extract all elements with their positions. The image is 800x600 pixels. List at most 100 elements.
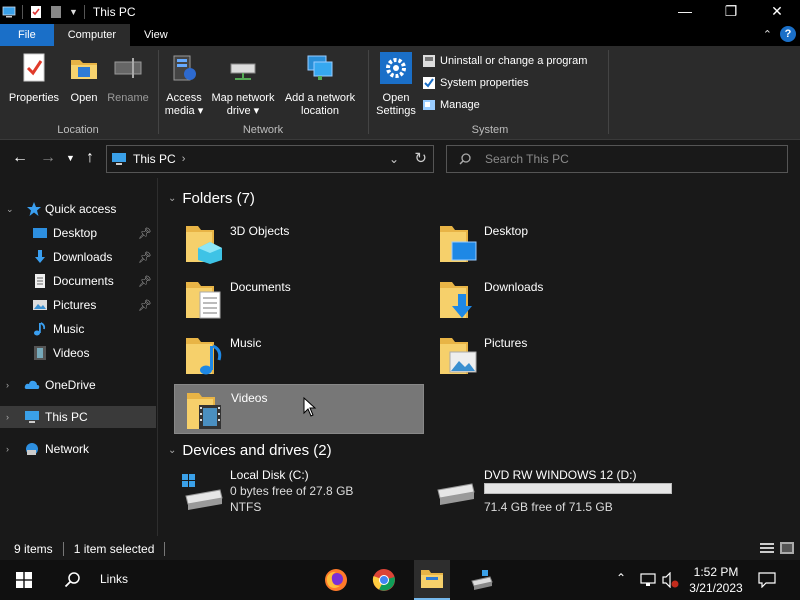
- access-media-button[interactable]: Access media ▾: [162, 52, 206, 118]
- pin-icon[interactable]: 📌︎: [138, 299, 152, 312]
- this-pc-icon[interactable]: [2, 5, 16, 19]
- back-button[interactable]: ←: [12, 149, 28, 167]
- nav-item-pictures[interactable]: Pictures 📌︎: [0, 294, 156, 316]
- nav-item-videos[interactable]: Videos: [0, 342, 156, 364]
- rename-button[interactable]: Rename: [104, 52, 152, 105]
- system-clock[interactable]: 1:52 PM 3/21/2023: [680, 564, 752, 596]
- nav-item-desktop[interactable]: Desktop 📌︎: [0, 222, 156, 244]
- file-explorer-taskbar-button[interactable]: [414, 560, 450, 600]
- open-settings-button[interactable]: Open Settings: [372, 52, 420, 118]
- folder-downloads-icon: [440, 282, 472, 318]
- chrome-taskbar-button[interactable]: [366, 560, 402, 600]
- refresh-icon[interactable]: ↻: [414, 149, 427, 167]
- collapse-chevron-icon[interactable]: ⌄: [6, 204, 14, 215]
- expand-ribbon-icon[interactable]: ⌃: [763, 28, 772, 41]
- forward-button[interactable]: →: [40, 149, 56, 167]
- nav-label: Music: [53, 322, 85, 336]
- pin-icon[interactable]: 📌︎: [138, 251, 152, 264]
- nav-item-quick-access[interactable]: ⌄ Quick access: [0, 198, 156, 220]
- expand-chevron-icon[interactable]: ›: [6, 444, 9, 454]
- search-taskbar-button[interactable]: [56, 560, 88, 600]
- folder-videos[interactable]: Videos: [174, 384, 424, 434]
- download-arrow-icon: [35, 250, 45, 263]
- selection-count: 1 item selected: [73, 542, 155, 556]
- open-settings-label: Open Settings: [376, 92, 416, 117]
- nav-item-onedrive[interactable]: › OneDrive: [0, 374, 156, 396]
- large-icons-view-icon[interactable]: [780, 542, 794, 554]
- new-folder-icon[interactable]: [49, 5, 63, 19]
- nav-item-this-pc[interactable]: › This PC: [0, 406, 156, 428]
- video-film-icon: [34, 346, 46, 360]
- folder-downloads[interactable]: Downloads: [428, 274, 678, 324]
- expand-chevron-icon[interactable]: ›: [6, 412, 9, 422]
- collapse-chevron-icon[interactable]: ⌄: [168, 445, 176, 456]
- collapse-chevron-icon[interactable]: ⌄: [168, 193, 176, 204]
- breadcrumb-chevron-icon[interactable]: ›: [182, 153, 186, 165]
- tab-file[interactable]: File: [0, 24, 54, 46]
- drive-tool-taskbar-button[interactable]: [464, 560, 500, 600]
- up-button[interactable]: ↑: [86, 149, 94, 167]
- nav-item-music[interactable]: Music: [0, 318, 156, 340]
- this-pc-icon: [25, 411, 39, 423]
- navigation-bar: ← → ▼ ↑ This PC › ⌄ ↻ Search This PC: [0, 141, 800, 177]
- nav-item-network[interactable]: › Network: [0, 438, 156, 460]
- notifications-icon[interactable]: [758, 572, 776, 588]
- address-dropdown-icon[interactable]: ⌄: [389, 152, 399, 166]
- nav-label: This PC: [45, 410, 88, 424]
- folder-documents[interactable]: Documents: [174, 274, 424, 324]
- firefox-taskbar-button[interactable]: [318, 560, 354, 600]
- add-network-location-button[interactable]: Add a network location: [280, 52, 360, 118]
- folder-music[interactable]: Music: [174, 330, 424, 380]
- properties-icon[interactable]: [29, 5, 43, 19]
- links-toolbar[interactable]: Links: [100, 572, 128, 586]
- volume-muted-icon[interactable]: [662, 572, 680, 588]
- properties-button[interactable]: Properties: [4, 52, 64, 105]
- search-icon: [459, 153, 471, 165]
- folder-3d-objects[interactable]: 3D Objects: [174, 218, 424, 268]
- expand-chevron-icon[interactable]: ›: [6, 380, 9, 390]
- uninstall-program-button[interactable]: Uninstall or change a program: [422, 54, 587, 68]
- show-hidden-icons-icon[interactable]: ⌃: [616, 571, 626, 585]
- map-network-drive-button[interactable]: Map network drive ▾: [206, 52, 280, 118]
- nav-item-downloads[interactable]: Downloads 📌︎: [0, 246, 156, 268]
- rename-label: Rename: [107, 92, 149, 104]
- customize-qat-icon[interactable]: ▼: [69, 7, 78, 17]
- address-bar[interactable]: This PC › ⌄ ↻: [106, 145, 434, 173]
- folders-group-header[interactable]: ⌄ Folders (7): [168, 190, 255, 207]
- item-count: 9 items: [14, 542, 53, 556]
- nav-item-documents[interactable]: Documents 📌︎: [0, 270, 156, 292]
- status-bar: 9 items 1 item selected: [0, 538, 800, 560]
- manage-button[interactable]: Manage: [422, 98, 480, 112]
- pin-icon[interactable]: 📌︎: [138, 275, 152, 288]
- tab-computer[interactable]: Computer: [53, 24, 131, 46]
- maximize-button[interactable]: ❐: [708, 0, 754, 24]
- help-icon[interactable]: ?: [780, 26, 796, 42]
- details-view-icon[interactable]: [760, 542, 774, 554]
- folder-desktop[interactable]: Desktop: [428, 218, 678, 268]
- folder-pictures[interactable]: Pictures: [428, 330, 678, 380]
- drives-group-header[interactable]: ⌄ Devices and drives (2): [168, 442, 332, 459]
- recent-locations-button[interactable]: ▼: [66, 153, 75, 163]
- pictures-icon: [33, 300, 47, 310]
- pin-icon[interactable]: 📌︎: [138, 227, 152, 240]
- search-box[interactable]: Search This PC: [446, 145, 788, 173]
- drive-usage-bar: [484, 483, 672, 494]
- ribbon-divider: [368, 50, 369, 134]
- minimize-button[interactable]: —: [662, 0, 708, 24]
- access-media-label: Access media ▾: [164, 92, 204, 117]
- close-button[interactable]: ✕: [754, 0, 800, 24]
- drive-local-disk-c[interactable]: Local Disk (C:) 0 bytes free of 27.8 GB …: [174, 468, 424, 516]
- search-icon: [64, 572, 80, 588]
- status-divider: [164, 542, 166, 556]
- folder-documents-icon: [186, 282, 221, 319]
- drive-dvd-d[interactable]: DVD RW WINDOWS 12 (D:) 71.4 GB free of 7…: [428, 468, 678, 516]
- settings-gear-icon: [380, 52, 412, 84]
- tab-view[interactable]: View: [130, 24, 182, 46]
- open-button[interactable]: Open: [64, 52, 104, 105]
- system-properties-button[interactable]: System properties: [422, 76, 529, 90]
- nav-label: Videos: [53, 346, 90, 360]
- network-status-icon[interactable]: [640, 573, 656, 587]
- start-button[interactable]: [0, 560, 48, 600]
- disk-tool-icon: [471, 570, 493, 590]
- drive-space: 71.4 GB free of 71.5 GB: [484, 500, 613, 514]
